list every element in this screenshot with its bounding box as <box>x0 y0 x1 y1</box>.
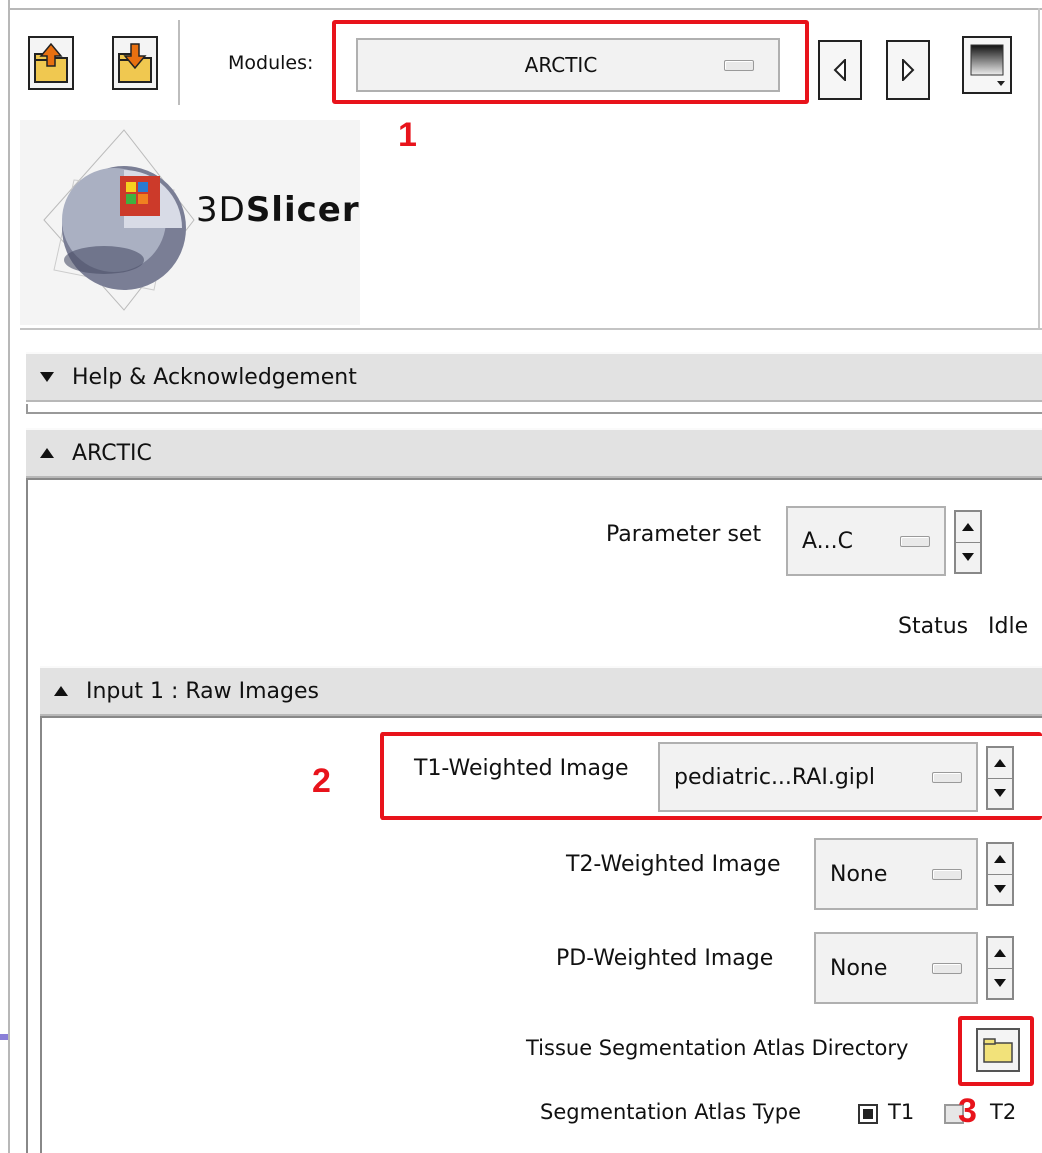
input1-section-title: Input 1 : Raw Images <box>86 678 319 704</box>
spinner-down-icon[interactable] <box>988 875 1012 905</box>
expand-arrow-icon <box>40 448 54 458</box>
dropdown-grip-icon <box>900 535 930 547</box>
annotation-number-3: 3 <box>958 1092 977 1130</box>
frame-left-edge <box>8 0 10 1153</box>
parameter-set-value: A...C <box>802 528 854 554</box>
atlas-type-label: Segmentation Atlas Type <box>540 1100 802 1124</box>
module-menu-button[interactable] <box>962 36 1012 94</box>
load-scene-button[interactable] <box>28 36 74 90</box>
collapse-arrow-icon <box>40 372 54 382</box>
arctic-section-header[interactable]: ARCTIC <box>26 428 1042 478</box>
spinner-down-icon[interactable] <box>988 969 1012 999</box>
logo-name: Slicer <box>245 190 360 230</box>
spinner-up-icon[interactable] <box>956 512 980 543</box>
folder-down-icon <box>118 43 152 83</box>
help-section-header[interactable]: Help & Acknowledgement <box>26 352 1042 402</box>
save-scene-button[interactable] <box>112 36 158 90</box>
spinner-down-icon[interactable] <box>956 543 980 573</box>
atlas-type-t2-label: T2 <box>990 1100 1017 1124</box>
atlas-directory-label: Tissue Segmentation Atlas Directory <box>526 1036 909 1060</box>
spinner-up-icon[interactable] <box>988 844 1012 875</box>
arctic-section-title: ARCTIC <box>72 440 152 466</box>
toolbar-divider <box>20 328 1042 330</box>
arrow-right-icon <box>902 59 915 81</box>
input1-section-header[interactable]: Input 1 : Raw Images <box>40 666 1042 716</box>
annotation-box-3 <box>958 1016 1034 1086</box>
status-value: Idle <box>988 614 1029 639</box>
pd-weighted-dropdown[interactable]: None <box>814 932 978 1004</box>
modules-label: Modules: <box>228 52 314 74</box>
t2-weighted-value: None <box>830 861 888 887</box>
annotation-number-2: 2 <box>312 762 331 800</box>
next-module-button[interactable] <box>886 40 930 100</box>
frame-top-edge <box>8 8 1042 10</box>
atlas-type-t1-radio[interactable] <box>858 1104 878 1124</box>
slicer-logo-text: 3DSlicer <box>196 190 360 230</box>
previous-module-button[interactable] <box>818 40 862 100</box>
help-section-body <box>26 404 1042 414</box>
annotation-box-1 <box>332 20 809 104</box>
module-history-menu-icon <box>970 44 1005 86</box>
slicer-logo-icon <box>43 129 195 311</box>
spinner-up-icon[interactable] <box>988 938 1012 969</box>
annotation-box-2 <box>380 732 1042 820</box>
atlas-type-t1-label: T1 <box>888 1100 915 1124</box>
t2-weighted-dropdown[interactable]: None <box>814 838 978 910</box>
pd-weighted-label: PD-Weighted Image <box>556 946 774 971</box>
status-label: Status <box>898 614 969 639</box>
slide-decoration-bar <box>0 1034 8 1040</box>
frame-right-edge <box>1038 8 1040 328</box>
dropdown-grip-icon <box>932 962 962 974</box>
logo-prefix: 3D <box>196 190 246 230</box>
expand-arrow-icon <box>54 686 68 696</box>
dropdown-grip-icon <box>932 868 962 880</box>
t2-weighted-label: T2-Weighted Image <box>566 852 781 877</box>
toolbar-separator <box>178 20 180 105</box>
annotation-number-1: 1 <box>398 116 417 154</box>
arrow-left-icon <box>833 59 846 81</box>
parameter-set-dropdown[interactable]: A...C <box>786 506 946 576</box>
parameter-set-label: Parameter set <box>606 522 762 547</box>
pd-weighted-value: None <box>830 955 888 981</box>
help-section-title: Help & Acknowledgement <box>72 364 357 390</box>
pd-weighted-spinner[interactable] <box>986 936 1014 1000</box>
parameter-set-spinner[interactable] <box>954 510 982 574</box>
folder-up-icon <box>34 42 68 83</box>
t2-weighted-spinner[interactable] <box>986 842 1014 906</box>
